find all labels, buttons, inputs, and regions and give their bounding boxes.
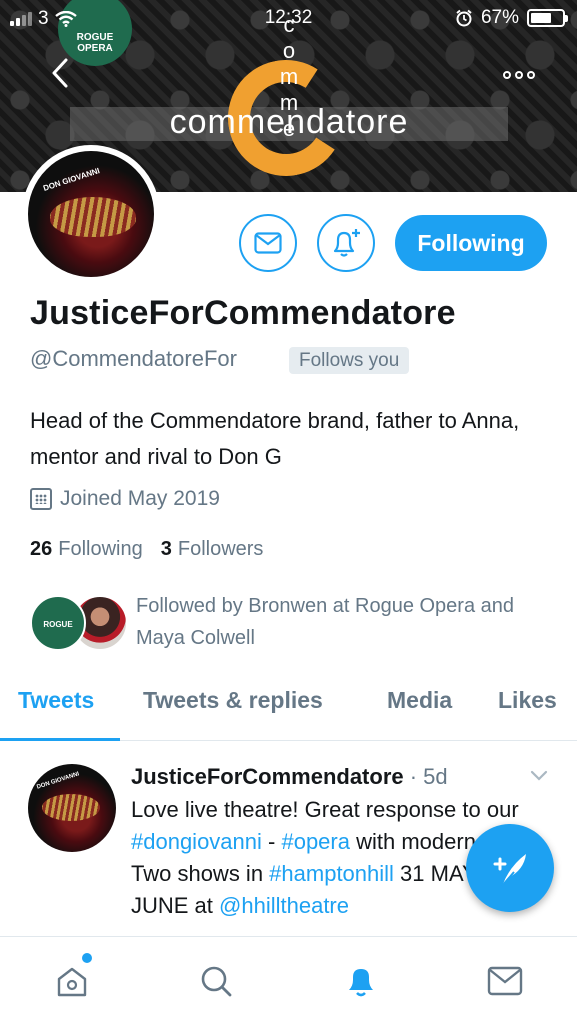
avatar-label: DON GIOVANNI xyxy=(42,166,101,193)
hashtag-link[interactable]: #hamptonhill xyxy=(269,861,394,886)
battery-icon xyxy=(527,9,568,27)
following-count-link[interactable]: 26 Following xyxy=(30,538,143,561)
mail-icon xyxy=(487,966,523,996)
more-dot-icon xyxy=(503,71,511,79)
tweet-author-name[interactable]: JusticeForCommendatore xyxy=(131,764,404,789)
new-content-dot xyxy=(82,953,92,963)
profile-tabs: Tweets Tweets & replies Media Likes xyxy=(0,671,577,741)
avatar-label: DON GIOVANNI xyxy=(36,771,81,791)
profile-avatar[interactable]: DON GIOVANNI xyxy=(22,145,160,283)
message-button[interactable] xyxy=(239,214,297,272)
rogue-opera-avatar: ROGUE OPERA xyxy=(30,595,86,685)
tab-media[interactable]: Media xyxy=(387,687,452,714)
hashtag-link[interactable]: #dongiovanni xyxy=(131,829,262,854)
nav-notifications[interactable] xyxy=(341,961,381,1001)
tweet-timestamp: · 5d xyxy=(403,764,448,789)
nav-messages[interactable] xyxy=(485,961,525,1001)
joined-text: Joined May 2019 xyxy=(60,487,220,510)
lips-artwork xyxy=(42,794,100,821)
feather-plus-icon xyxy=(493,854,526,887)
profile-actions: Following xyxy=(239,214,547,272)
envelope-icon xyxy=(254,232,282,254)
notifications-toggle-button[interactable] xyxy=(317,214,375,272)
bell-icon xyxy=(349,969,373,997)
chevron-left-icon xyxy=(52,58,68,88)
compose-tweet-button[interactable] xyxy=(466,824,554,912)
tweet-menu-button[interactable] xyxy=(528,764,550,786)
battery-percent: 67% xyxy=(480,7,519,28)
lips-artwork xyxy=(50,197,136,237)
hashtag-link[interactable]: #opera xyxy=(281,829,350,854)
follow-counts: 26 Following 3 Followers xyxy=(30,538,263,561)
user-handle: @CommendatoreFor xyxy=(30,346,237,371)
display-name: JusticeForCommendatore xyxy=(30,294,456,332)
alarm-icon xyxy=(456,9,472,27)
followed-by-text[interactable]: Followed by Bronwen at Rogue Opera and M… xyxy=(136,590,556,654)
bottom-navigation xyxy=(0,936,577,1024)
status-bar: 3 12:32 67% xyxy=(0,0,577,38)
joined-date: Joined May 2019 xyxy=(30,487,220,511)
active-tab-indicator xyxy=(0,738,120,741)
back-button[interactable] xyxy=(40,56,80,96)
follows-you-badge: Follows you xyxy=(289,347,410,374)
more-options-button[interactable] xyxy=(497,60,541,90)
tweet-header: JusticeForCommendatore · 5d xyxy=(131,764,448,790)
bell-plus-icon xyxy=(333,229,360,257)
chevron-down-icon xyxy=(530,770,548,781)
followers-count-link[interactable]: 3 Followers xyxy=(161,538,264,561)
mention-link[interactable]: @hhilltheatre xyxy=(219,893,349,918)
search-icon xyxy=(201,966,232,997)
nav-search[interactable] xyxy=(196,961,236,1001)
following-button[interactable]: Following xyxy=(395,215,547,271)
home-icon xyxy=(57,967,87,997)
followed-by-avatars[interactable]: ROGUE OPERA xyxy=(30,593,128,685)
tab-likes[interactable]: Likes xyxy=(498,687,557,714)
nav-home[interactable] xyxy=(52,953,92,1001)
tab-tweets-and-replies[interactable]: Tweets & replies xyxy=(143,687,323,714)
more-dot-icon xyxy=(527,71,535,79)
tweet-avatar[interactable]: DON GIOVANNI xyxy=(28,764,116,852)
profile-bio: Head of the Commendatore brand, father t… xyxy=(30,408,520,469)
calendar-icon xyxy=(30,488,52,510)
more-dot-icon xyxy=(515,71,523,79)
